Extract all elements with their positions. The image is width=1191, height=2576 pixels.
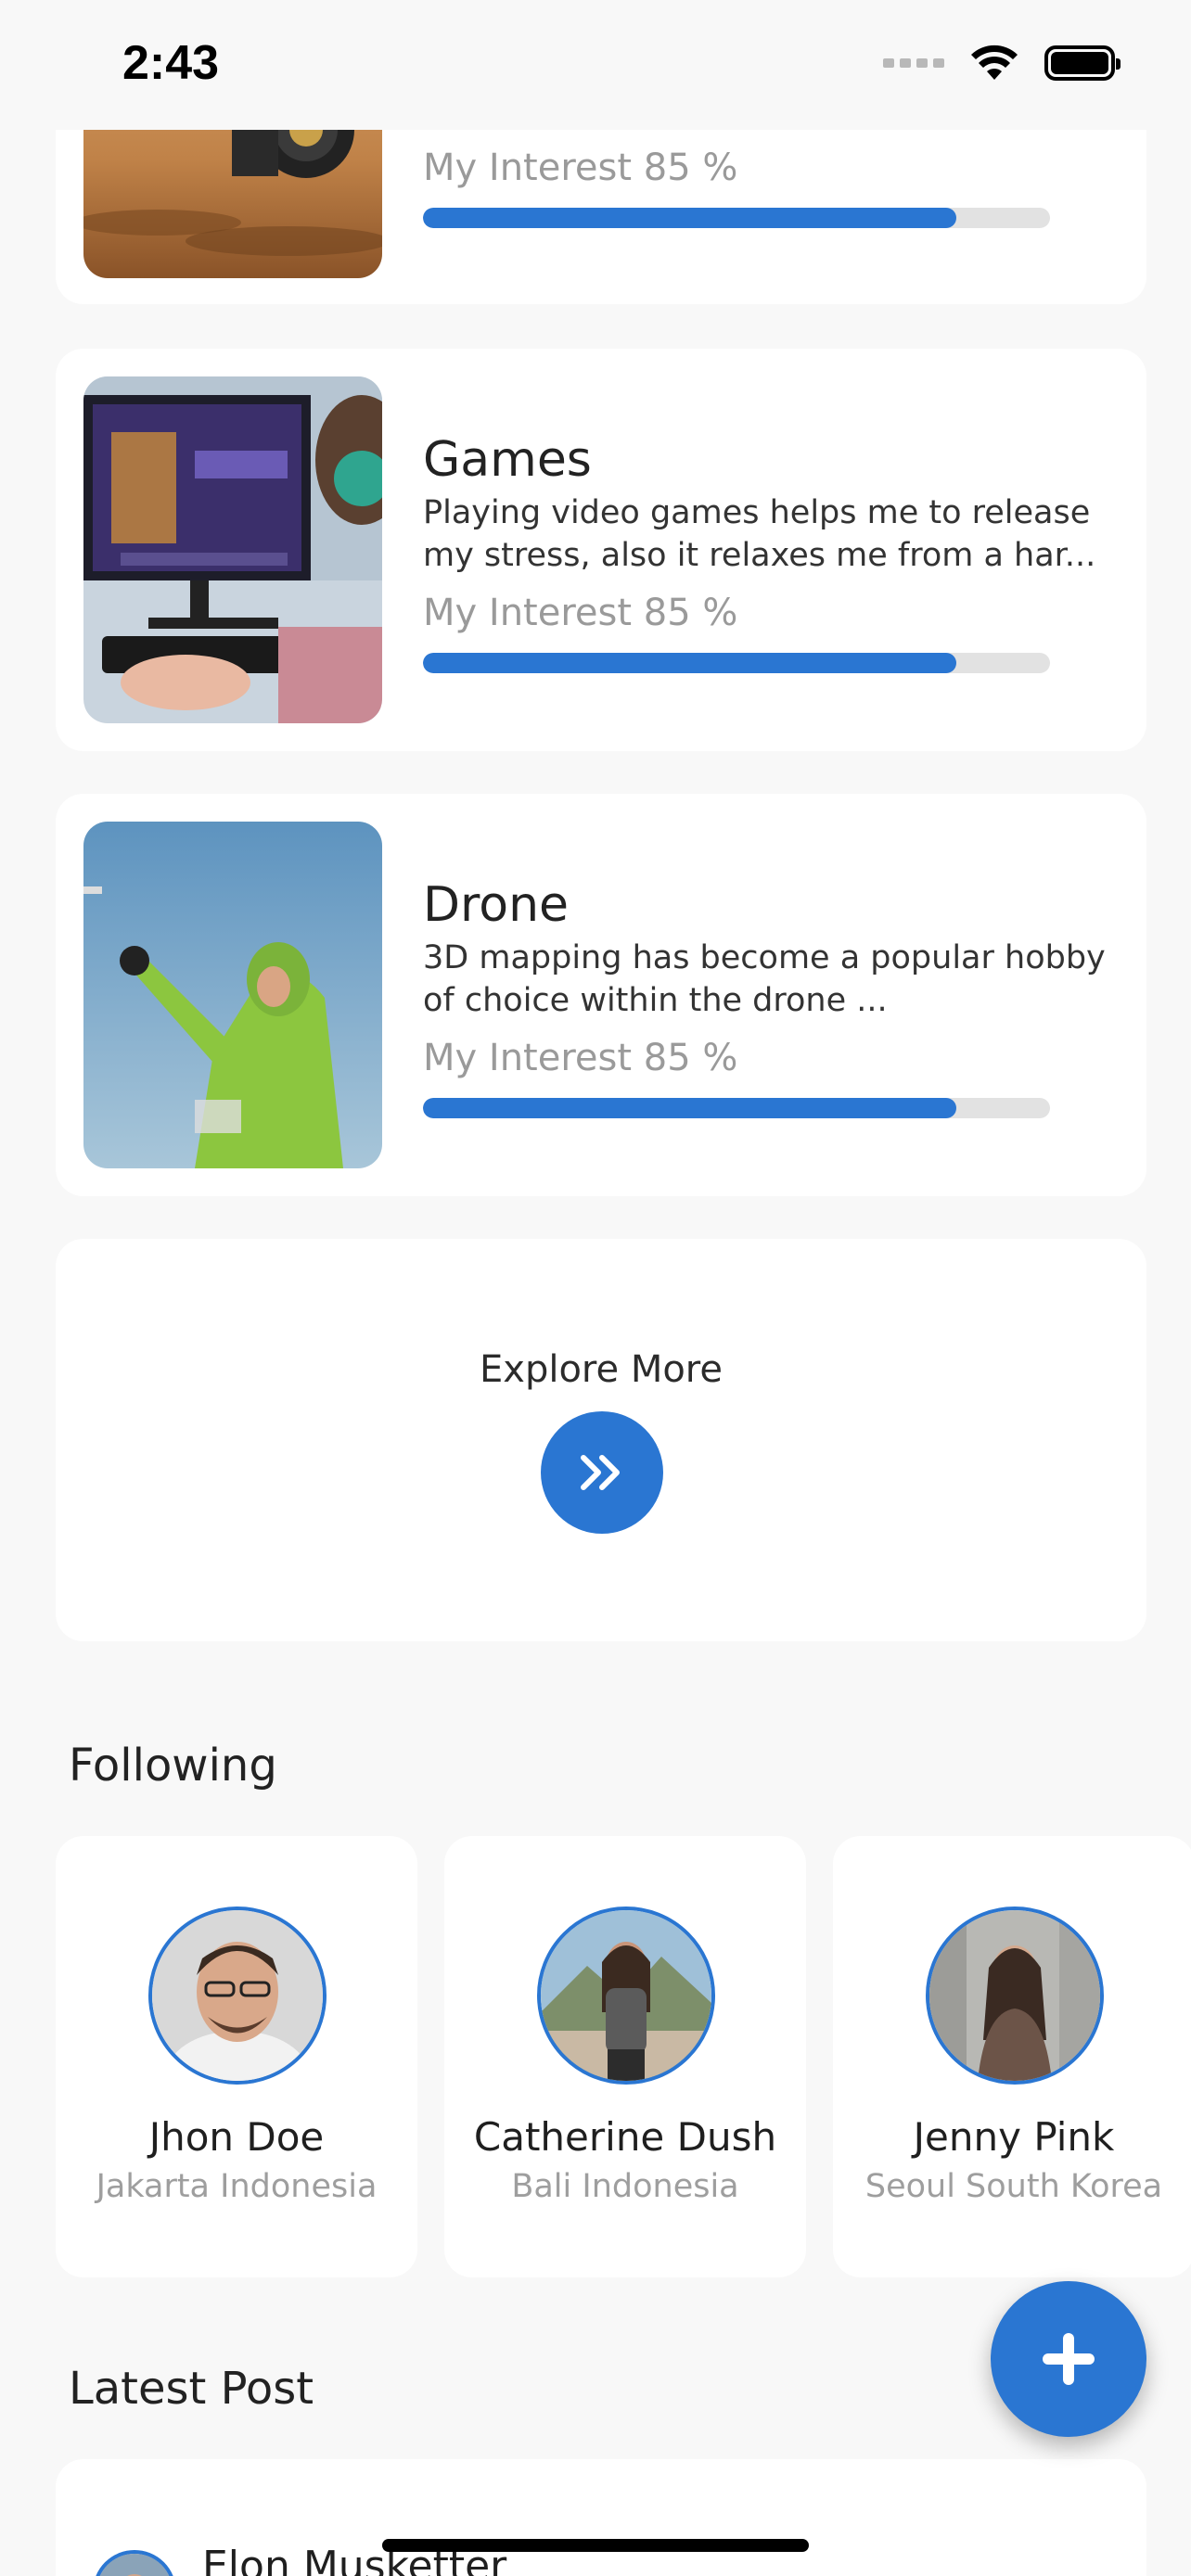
following-name: Catherine Dush (473, 2114, 777, 2160)
following-name: Jhon Doe (148, 2114, 325, 2160)
interest-progress-bar (423, 653, 1050, 673)
avatar (93, 2550, 176, 2576)
plus-icon (1043, 2333, 1095, 2385)
interest-progress-fill (423, 1098, 956, 1118)
interest-description: Playing video games helps me to release … (423, 494, 1096, 574)
games-image (83, 376, 382, 723)
interest-level-label: My Interest 85 % (423, 1037, 738, 1079)
battery-icon (1044, 45, 1121, 81)
drone-image (83, 822, 382, 1168)
following-title: Following (69, 1740, 277, 1792)
explore-more-card: Explore More (56, 1239, 1146, 1641)
following-card[interactable]: Jhon Doe Jakarta Indonesia (56, 1836, 417, 2277)
avatar (148, 1906, 327, 2085)
home-indicator (382, 2539, 809, 2552)
avatar (537, 1906, 715, 2085)
double-chevron-right-icon (581, 1455, 620, 1490)
interest-title: Games (423, 432, 592, 488)
interest-progress-fill (423, 208, 956, 228)
interest-progress-bar (423, 208, 1050, 228)
following-location: Seoul South Korea (864, 2168, 1163, 2205)
following-name: Jenny Pink (913, 2114, 1115, 2160)
following-location: Bali Indonesia (511, 2168, 739, 2205)
cellular-signal-icon (883, 58, 944, 68)
status-time: 2:43 (122, 36, 220, 90)
status-icons (883, 45, 1121, 82)
latest-post-title: Latest Post (69, 2363, 314, 2415)
explore-more-label: Explore More (480, 1348, 723, 1391)
wifi-icon (971, 45, 1018, 80)
interest-card-drone[interactable]: Drone 3D mapping has become a popular ho… (56, 794, 1146, 1196)
interest-progress-fill (423, 653, 956, 673)
add-button[interactable] (991, 2281, 1146, 2437)
avatar (926, 1906, 1104, 2085)
interest-level-label: My Interest 85 % (423, 592, 738, 634)
interest-progress-bar (423, 1098, 1050, 1118)
interest-title: Drone (423, 877, 570, 933)
interest-card-games[interactable]: Games Playing video games helps me to re… (56, 349, 1146, 751)
interest-level-label: My Interest 85 % (423, 147, 738, 189)
status-bar: 2:43 (0, 0, 1191, 130)
post-card[interactable]: Elon Musketter (56, 2459, 1146, 2576)
interest-description: 3D mapping has become a popular hobby of… (423, 939, 1106, 1019)
following-location: Jakarta Indonesia (96, 2168, 378, 2205)
explore-more-button[interactable] (541, 1411, 663, 1534)
following-card[interactable]: Jenny Pink Seoul South Korea (833, 1836, 1191, 2277)
following-card[interactable]: Catherine Dush Bali Indonesia (444, 1836, 806, 2277)
